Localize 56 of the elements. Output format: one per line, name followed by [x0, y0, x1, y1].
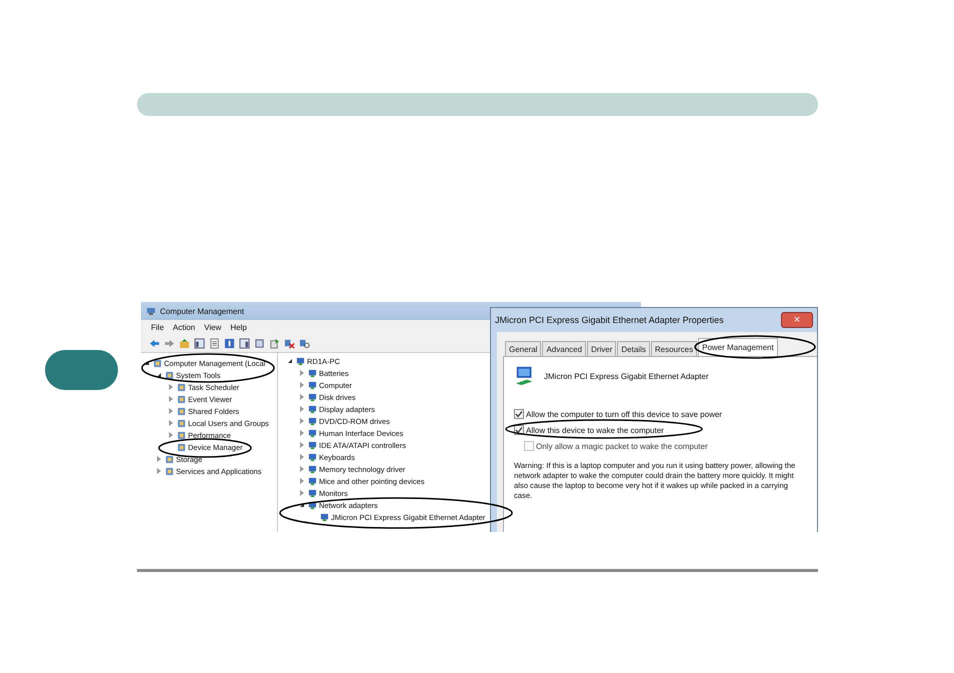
tree-node-icon	[177, 418, 186, 428]
uninstall-icon[interactable]	[284, 338, 295, 349]
tree-node-icon	[177, 442, 186, 452]
help-icon[interactable]	[224, 338, 235, 349]
device-icon	[308, 476, 317, 486]
device-icon	[296, 356, 305, 366]
device-icon	[308, 380, 317, 390]
device-icon	[308, 428, 317, 438]
device-icon	[308, 500, 317, 510]
window-title: Computer Management	[160, 306, 244, 316]
device-icon	[308, 392, 317, 402]
computer-icon	[146, 306, 156, 316]
tab[interactable]: Advanced	[542, 341, 586, 356]
tree-node-icon	[177, 382, 186, 392]
expander-icon[interactable]	[145, 361, 149, 365]
checkbox-label[interactable]: Allow this device to wake the computer	[526, 426, 664, 434]
device-icon	[308, 416, 317, 426]
properties-icon[interactable]	[254, 338, 265, 349]
menu-item[interactable]: File	[151, 323, 164, 332]
console-tree-icon[interactable]	[239, 338, 250, 349]
checkbox-label[interactable]: Allow the computer to turn off this device to save power	[526, 410, 722, 418]
dialog-title: JMicron PCI Express Gigabit Ethernet Adapter Properties	[495, 315, 724, 325]
tree-node-icon	[165, 466, 174, 476]
tree-node-icon	[165, 454, 174, 464]
tab[interactable]: General	[505, 341, 542, 356]
device-icon	[308, 452, 317, 462]
tree-node-icon	[177, 406, 186, 416]
menu-item[interactable]: Action	[172, 323, 196, 332]
tree-node-icon	[165, 370, 174, 380]
device-icon	[320, 512, 329, 522]
list-icon[interactable]	[209, 338, 220, 349]
tree-node-icon	[177, 430, 186, 440]
scan-hardware-icon[interactable]	[299, 338, 310, 349]
menu-item[interactable]: Help	[230, 323, 247, 332]
checkbox[interactable]	[514, 409, 524, 419]
console-tree-icon[interactable]	[194, 338, 205, 349]
device-icon	[308, 404, 317, 414]
update-driver-icon[interactable]	[269, 338, 280, 349]
tree-node-icon	[177, 394, 186, 404]
tab[interactable]: Driver	[587, 341, 616, 356]
back-arrow-icon[interactable]	[149, 338, 160, 349]
tab[interactable]: Resources	[650, 341, 698, 356]
device-icon	[308, 440, 317, 450]
expander-icon[interactable]	[288, 359, 292, 363]
device-icon	[308, 368, 317, 378]
tab[interactable]: Power Management	[698, 338, 778, 356]
close-button[interactable]: ×	[781, 312, 813, 328]
menu-item[interactable]: View	[204, 323, 222, 332]
folder-up-icon[interactable]	[179, 338, 190, 349]
forward-arrow-icon[interactable]	[164, 338, 175, 349]
expander-icon[interactable]	[300, 503, 304, 507]
device-icon	[308, 488, 317, 498]
device-name: JMicron PCI Express Gigabit Ethernet Adapter	[544, 372, 709, 380]
expander-icon[interactable]	[157, 373, 161, 377]
device-icon	[308, 464, 317, 474]
tab[interactable]: Details	[617, 341, 650, 356]
